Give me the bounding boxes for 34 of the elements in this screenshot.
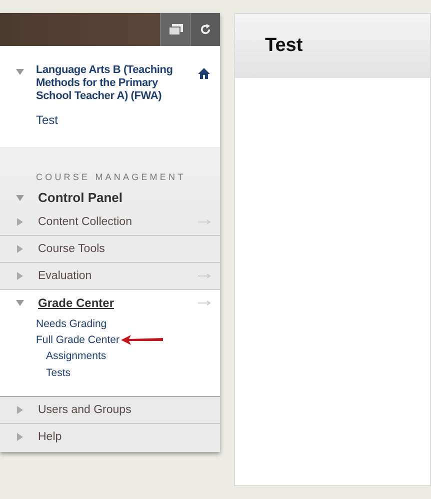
triangle-right-icon[interactable] (16, 272, 24, 280)
arrow-right-icon[interactable] (198, 273, 212, 279)
submenu-link[interactable]: Tests (46, 365, 71, 382)
course-link[interactable]: Test (36, 113, 58, 127)
menu-item[interactable]: Grade Center (38, 296, 184, 310)
home-icon[interactable] (198, 68, 210, 79)
triangle-down-icon[interactable] (16, 299, 24, 307)
triangle-right-icon[interactable] (16, 433, 24, 441)
menu-item[interactable]: Course Tools (38, 243, 212, 255)
course-title-link[interactable]: Language Arts B (Teaching Methods for the Primary School Teacher A) (FWA) (36, 64, 186, 103)
menu-row[interactable]: Users and Groups (0, 397, 220, 424)
triangle-down-icon[interactable] (16, 68, 24, 76)
arrow-right-icon[interactable] (198, 300, 212, 306)
menu-item[interactable]: Evaluation (38, 270, 184, 282)
menu-item[interactable]: Users and Groups (38, 404, 212, 416)
menu-item[interactable]: Content Collection (38, 216, 184, 228)
submenu-link[interactable]: Needs Grading (36, 316, 107, 332)
window-icon[interactable] (160, 13, 190, 46)
triangle-right-icon[interactable] (16, 218, 24, 226)
triangle-down-icon[interactable] (16, 194, 24, 202)
control-panel-heading[interactable]: Control Panel (38, 190, 123, 205)
menu-row[interactable]: Help (0, 424, 220, 452)
triangle-right-icon[interactable] (16, 245, 24, 253)
menu-item[interactable]: Help (38, 431, 212, 443)
menu-row[interactable]: Content Collection (0, 209, 220, 236)
page-title: Test (265, 35, 303, 57)
menu-row[interactable]: Grade Center Needs Grading Full Grade Center Assignments Tests (0, 290, 220, 397)
menu-row[interactable]: Course Tools (0, 236, 220, 263)
arrow-right-icon[interactable] (198, 219, 212, 225)
submenu-link[interactable]: Assignments (46, 348, 106, 365)
submenu-link[interactable]: Full Grade Center (36, 332, 120, 348)
section-label: COURSE MANAGEMENT (36, 172, 187, 182)
triangle-right-icon[interactable] (16, 406, 24, 414)
refresh-icon[interactable] (190, 13, 220, 46)
